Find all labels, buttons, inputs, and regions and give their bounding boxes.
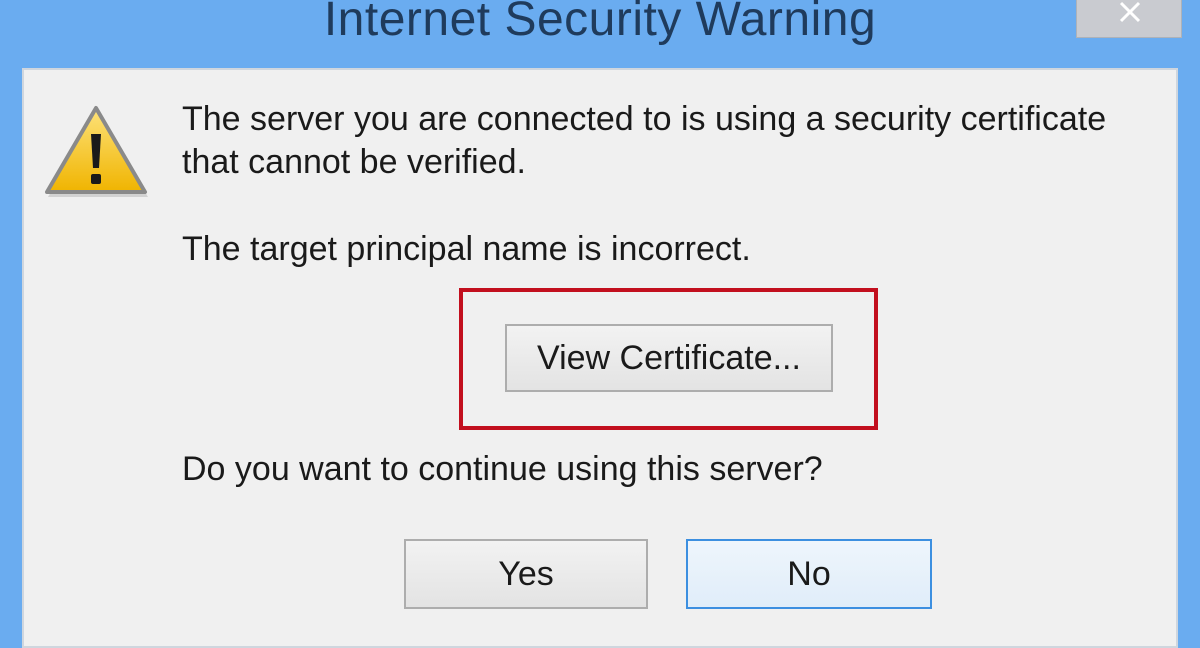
detail-text: The target principal name is incorrect.	[182, 230, 751, 268]
dialog-window: Internet Security Warning The server you…	[0, 0, 1200, 648]
no-button[interactable]: No	[686, 539, 932, 609]
question-text: Do you want to continue using this serve…	[182, 450, 823, 488]
warning-icon	[45, 106, 148, 197]
window-title: Internet Security Warning	[323, 0, 877, 46]
yes-button[interactable]: Yes	[404, 539, 648, 609]
close-button[interactable]	[1076, 0, 1182, 38]
close-icon	[1119, 1, 1141, 23]
message-line-1: The server you are connected to is using…	[182, 100, 1107, 138]
message-line-2: that cannot be verified.	[182, 143, 527, 181]
view-certificate-button[interactable]: View Certificate...	[505, 324, 833, 392]
